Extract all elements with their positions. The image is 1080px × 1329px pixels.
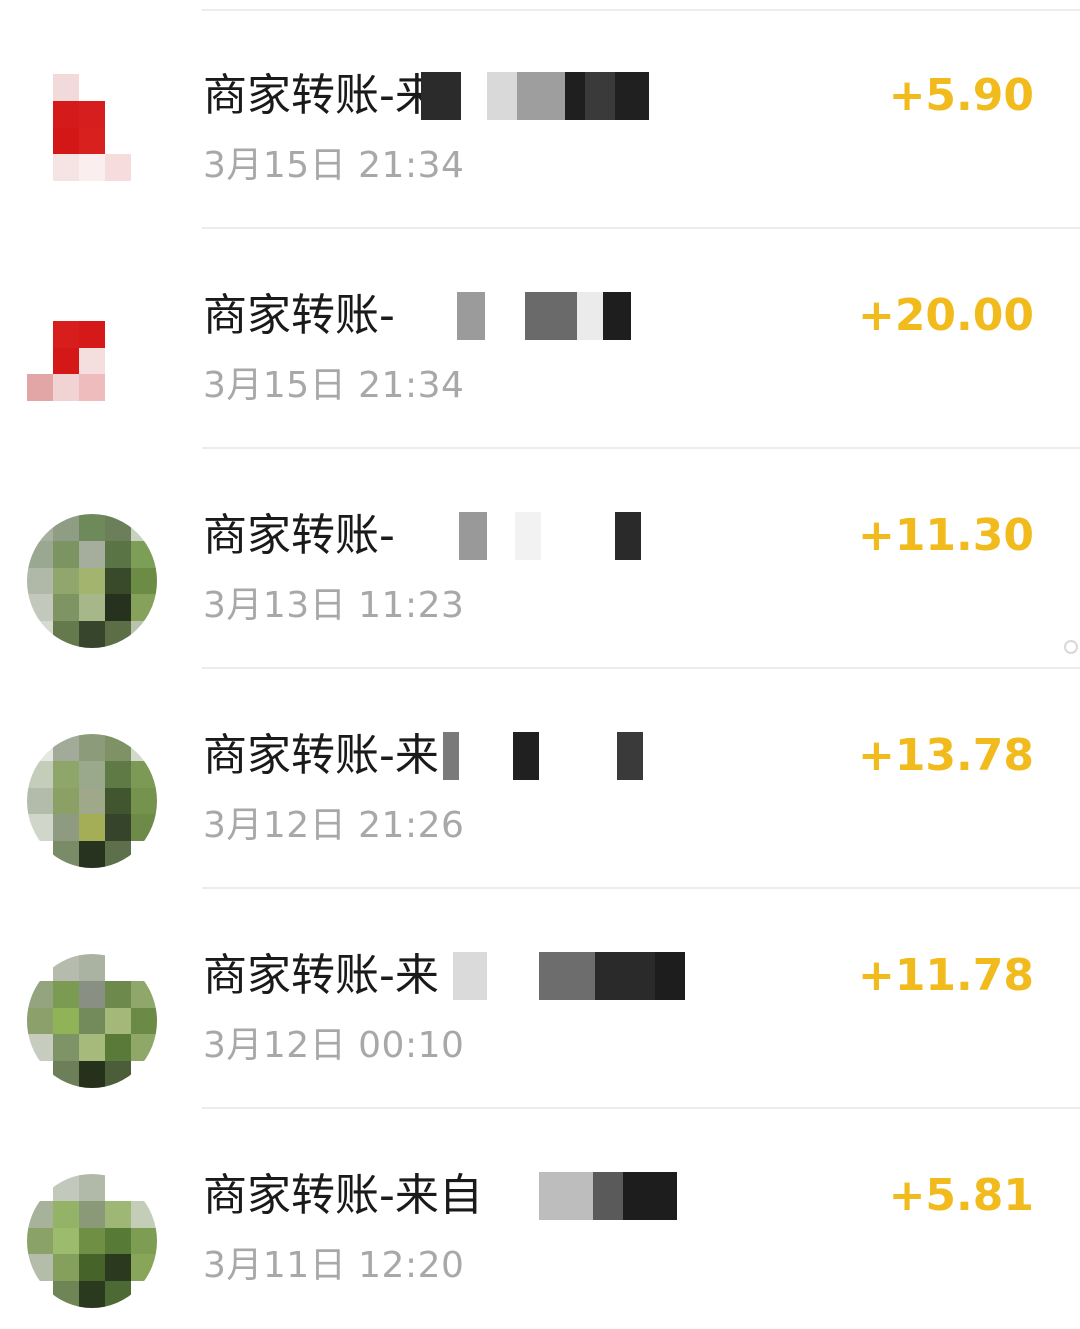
transaction-title-text: 商家转账- xyxy=(203,510,395,561)
transaction-date: 3月13日 11:23 xyxy=(203,585,465,626)
transaction-amount: +11.30 xyxy=(857,510,1034,561)
merchant-avatar xyxy=(27,294,157,428)
row-divider xyxy=(202,1107,1080,1109)
transaction-amount: +13.78 xyxy=(857,730,1034,781)
redacted-block xyxy=(431,292,643,340)
redacted-block xyxy=(431,512,641,560)
transaction-date: 3月15日 21:34 xyxy=(203,365,465,406)
transaction-date: 3月15日 21:34 xyxy=(203,145,465,186)
redacted-block xyxy=(453,952,685,1000)
transaction-title: 商家转账-来 xyxy=(203,728,683,788)
transaction-title: 商家转账-来自 xyxy=(203,1168,683,1228)
merchant-avatar xyxy=(27,74,157,208)
transaction-amount: +5.81 xyxy=(888,1170,1034,1221)
transaction-title-text: 商家转账-来 xyxy=(203,950,439,1001)
redacted-block xyxy=(443,732,643,780)
transaction-date: 3月11日 12:20 xyxy=(203,1245,465,1286)
scroll-indicator xyxy=(1064,640,1078,654)
row-divider xyxy=(202,447,1080,449)
transaction-row[interactable]: 商家转账-来 3月15日 21:34 +5.90 xyxy=(0,10,1080,229)
transaction-title-text: 商家转账-来自 xyxy=(203,1170,483,1221)
redacted-block xyxy=(421,72,649,120)
transaction-row[interactable]: 商家转账- 3月13日 11:23 +11.30 xyxy=(0,450,1080,669)
transaction-row[interactable]: 商家转账-来 3月12日 00:10 +11.78 xyxy=(0,890,1080,1109)
transaction-row[interactable]: 商家转账- 3月15日 21:34 +20.00 xyxy=(0,230,1080,449)
transaction-amount: +5.90 xyxy=(888,70,1034,121)
transaction-amount: +20.00 xyxy=(857,290,1034,341)
transaction-title-text: 商家转账-来 xyxy=(203,730,439,781)
merchant-avatar xyxy=(27,954,157,1088)
transaction-title: 商家转账-来 xyxy=(203,948,685,1008)
row-divider xyxy=(202,887,1080,889)
redacted-block xyxy=(491,1172,677,1220)
merchant-avatar xyxy=(27,1174,157,1308)
transaction-row[interactable]: 商家转账-来自 3月11日 12:20 +5.81 xyxy=(0,1110,1080,1329)
transaction-date: 3月12日 21:26 xyxy=(203,805,465,846)
row-divider xyxy=(202,667,1080,669)
row-divider xyxy=(202,227,1080,229)
transaction-title: 商家转账- xyxy=(203,288,683,348)
merchant-avatar xyxy=(27,734,157,868)
transaction-title-text: 商家转账- xyxy=(203,290,395,341)
merchant-avatar xyxy=(27,514,157,648)
transaction-date: 3月12日 00:10 xyxy=(203,1025,465,1066)
transaction-row[interactable]: 商家转账-来 3月12日 21:26 +13.78 xyxy=(0,670,1080,889)
transaction-title-text: 商家转账-来 xyxy=(203,70,439,121)
transaction-amount: +11.78 xyxy=(857,950,1034,1001)
transaction-title: 商家转账- xyxy=(203,508,683,568)
transaction-title: 商家转账-来 xyxy=(203,68,683,128)
transaction-list: 商家转账-来 3月15日 21:34 +5.90 商家转账- 3月15日 21:… xyxy=(0,0,1080,1315)
